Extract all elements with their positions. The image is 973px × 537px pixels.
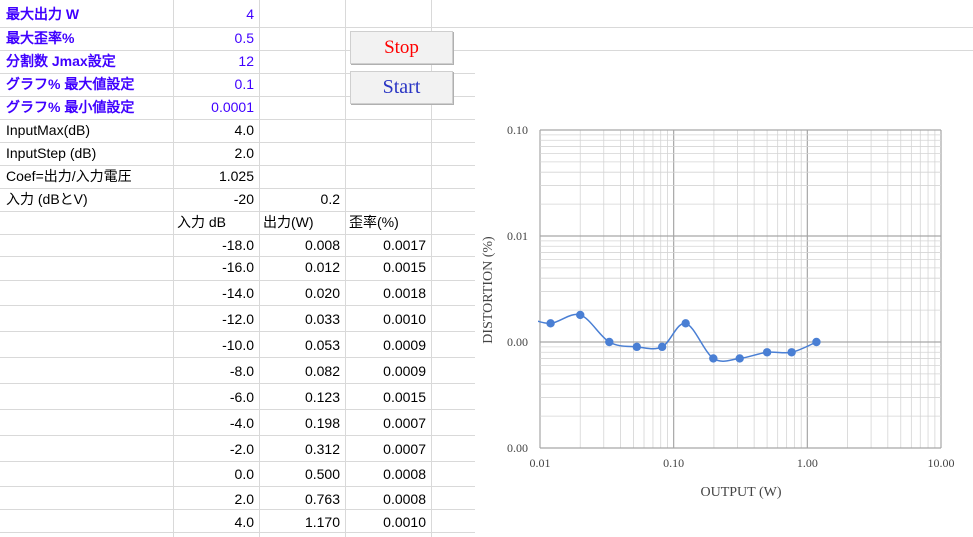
table-cell-input-db[interactable]: -10.0 [222, 336, 254, 354]
param-label-coef: Coef=出力/入力電圧 [6, 168, 132, 184]
table-cell-distortion[interactable]: 0.0007 [383, 440, 426, 458]
table-cell-output-w[interactable]: 0.008 [305, 236, 340, 254]
param-value-divisions[interactable]: 12 [238, 52, 254, 70]
param-value-graph-min[interactable]: 0.0001 [211, 98, 254, 116]
table-header-output-w: 出力(W) [263, 214, 314, 230]
table-cell-output-w[interactable]: 1.170 [305, 513, 340, 531]
param-value-graph-max[interactable]: 0.1 [235, 75, 254, 93]
table-header-input-db: 入力 dB [177, 214, 227, 230]
table-cell-output-w[interactable]: 0.763 [305, 490, 340, 508]
table-cell-distortion[interactable]: 0.0008 [383, 465, 426, 483]
table-cell-input-db[interactable]: -6.0 [230, 388, 254, 406]
data-point [546, 319, 555, 328]
table-cell-distortion[interactable]: 0.0018 [383, 284, 426, 302]
table-cell-output-w[interactable]: 0.053 [305, 336, 340, 354]
table-cell-output-w[interactable]: 0.082 [305, 362, 340, 380]
table-cell-output-w[interactable]: 0.033 [305, 310, 340, 328]
data-point [576, 310, 585, 320]
distortion-series-line [538, 313, 817, 363]
param-value-input-step[interactable]: 2.0 [235, 144, 254, 162]
table-cell-distortion[interactable]: 0.0015 [383, 388, 426, 406]
table-cell-input-db[interactable]: -14.0 [222, 284, 254, 302]
data-point [762, 348, 772, 357]
chart-grid [539, 129, 942, 449]
table-cell-distortion[interactable]: 0.0009 [383, 336, 426, 354]
data-point [657, 342, 667, 352]
data-point [523, 313, 531, 321]
param-label-max-output: 最大出力 W [6, 6, 80, 22]
input-row-v[interactable]: 0.2 [321, 190, 340, 208]
table-cell-distortion[interactable]: 0.0017 [383, 236, 426, 254]
table-cell-distortion[interactable]: 0.0008 [383, 490, 426, 508]
chart-tick-labels: 0.01 0.10 1.00 10.000.100.010.000.00 [507, 123, 955, 470]
param-value-coef[interactable]: 1.025 [219, 167, 254, 185]
table-cell-input-db[interactable]: -18.0 [222, 236, 254, 254]
input-row-label: 入力 (dBとV) [6, 191, 88, 207]
param-label-max-distortion: 最大歪率% [6, 30, 75, 46]
table-cell-input-db[interactable]: -8.0 [230, 362, 254, 380]
table-cell-input-db[interactable]: -2.0 [230, 440, 254, 458]
x-tick-label: 10.00 [928, 456, 955, 470]
data-point [735, 354, 744, 363]
x-tick-label: 0.01 [530, 456, 551, 470]
data-point [787, 348, 796, 357]
y-tick-label: 0.10 [507, 123, 528, 137]
x-tick-label: 0.10 [663, 456, 684, 470]
data-point [681, 319, 690, 328]
stop-button[interactable]: Stop [350, 31, 453, 64]
param-value-input-max[interactable]: 4.0 [235, 121, 254, 139]
table-cell-input-db[interactable]: 4.0 [235, 513, 254, 531]
table-cell-distortion[interactable]: 0.0007 [383, 414, 426, 432]
table-header-distortion: 歪率(%) [349, 214, 399, 230]
y-tick-label: 0.01 [507, 229, 528, 243]
y-tick-label: 0.00 [507, 335, 528, 349]
table-cell-input-db[interactable]: 2.0 [235, 490, 254, 508]
x-axis-label: OUTPUT (W) [700, 485, 781, 500]
table-cell-distortion[interactable]: 0.0010 [383, 310, 426, 328]
table-cell-output-w[interactable]: 0.020 [305, 284, 340, 302]
start-button[interactable]: Start [350, 71, 453, 104]
param-label-graph-min: グラフ% 最小値設定 [6, 99, 135, 115]
table-cell-input-db[interactable]: -16.0 [222, 258, 254, 276]
distortion-chart: 0.01 0.10 1.00 10.000.100.010.000.00 OUTPUT… [475, 52, 973, 537]
table-cell-input-db[interactable]: 0.0 [235, 465, 254, 483]
param-label-graph-max: グラフ% 最大値設定 [6, 76, 135, 92]
table-cell-distortion[interactable]: 0.0010 [383, 513, 426, 531]
table-cell-input-db[interactable]: -4.0 [230, 414, 254, 432]
y-axis-label: DISTORTION (%) [481, 236, 496, 344]
data-point [812, 337, 821, 347]
param-label-input-step: InputStep (dB) [6, 145, 97, 161]
table-cell-input-db[interactable]: -12.0 [222, 310, 254, 328]
table-cell-output-w[interactable]: 0.123 [305, 388, 340, 406]
y-tick-label: 0.00 [507, 441, 528, 455]
table-cell-output-w[interactable]: 0.500 [305, 465, 340, 483]
param-value-max-distortion[interactable]: 0.5 [235, 29, 254, 47]
table-cell-distortion[interactable]: 0.0015 [383, 258, 426, 276]
data-point [709, 354, 718, 363]
input-row-db[interactable]: -20 [234, 190, 254, 208]
table-cell-output-w[interactable]: 0.012 [305, 258, 340, 276]
x-tick-label: 1.00 [797, 456, 818, 470]
param-label-divisions: 分割数 Jmax設定 [6, 53, 116, 69]
table-cell-output-w[interactable]: 0.198 [305, 414, 340, 432]
data-point [632, 342, 642, 352]
table-cell-output-w[interactable]: 0.312 [305, 440, 340, 458]
param-label-input-max: InputMax(dB) [6, 122, 91, 138]
data-point [605, 337, 614, 347]
table-cell-distortion[interactable]: 0.0009 [383, 362, 426, 380]
param-value-max-output[interactable]: 4 [246, 5, 254, 23]
